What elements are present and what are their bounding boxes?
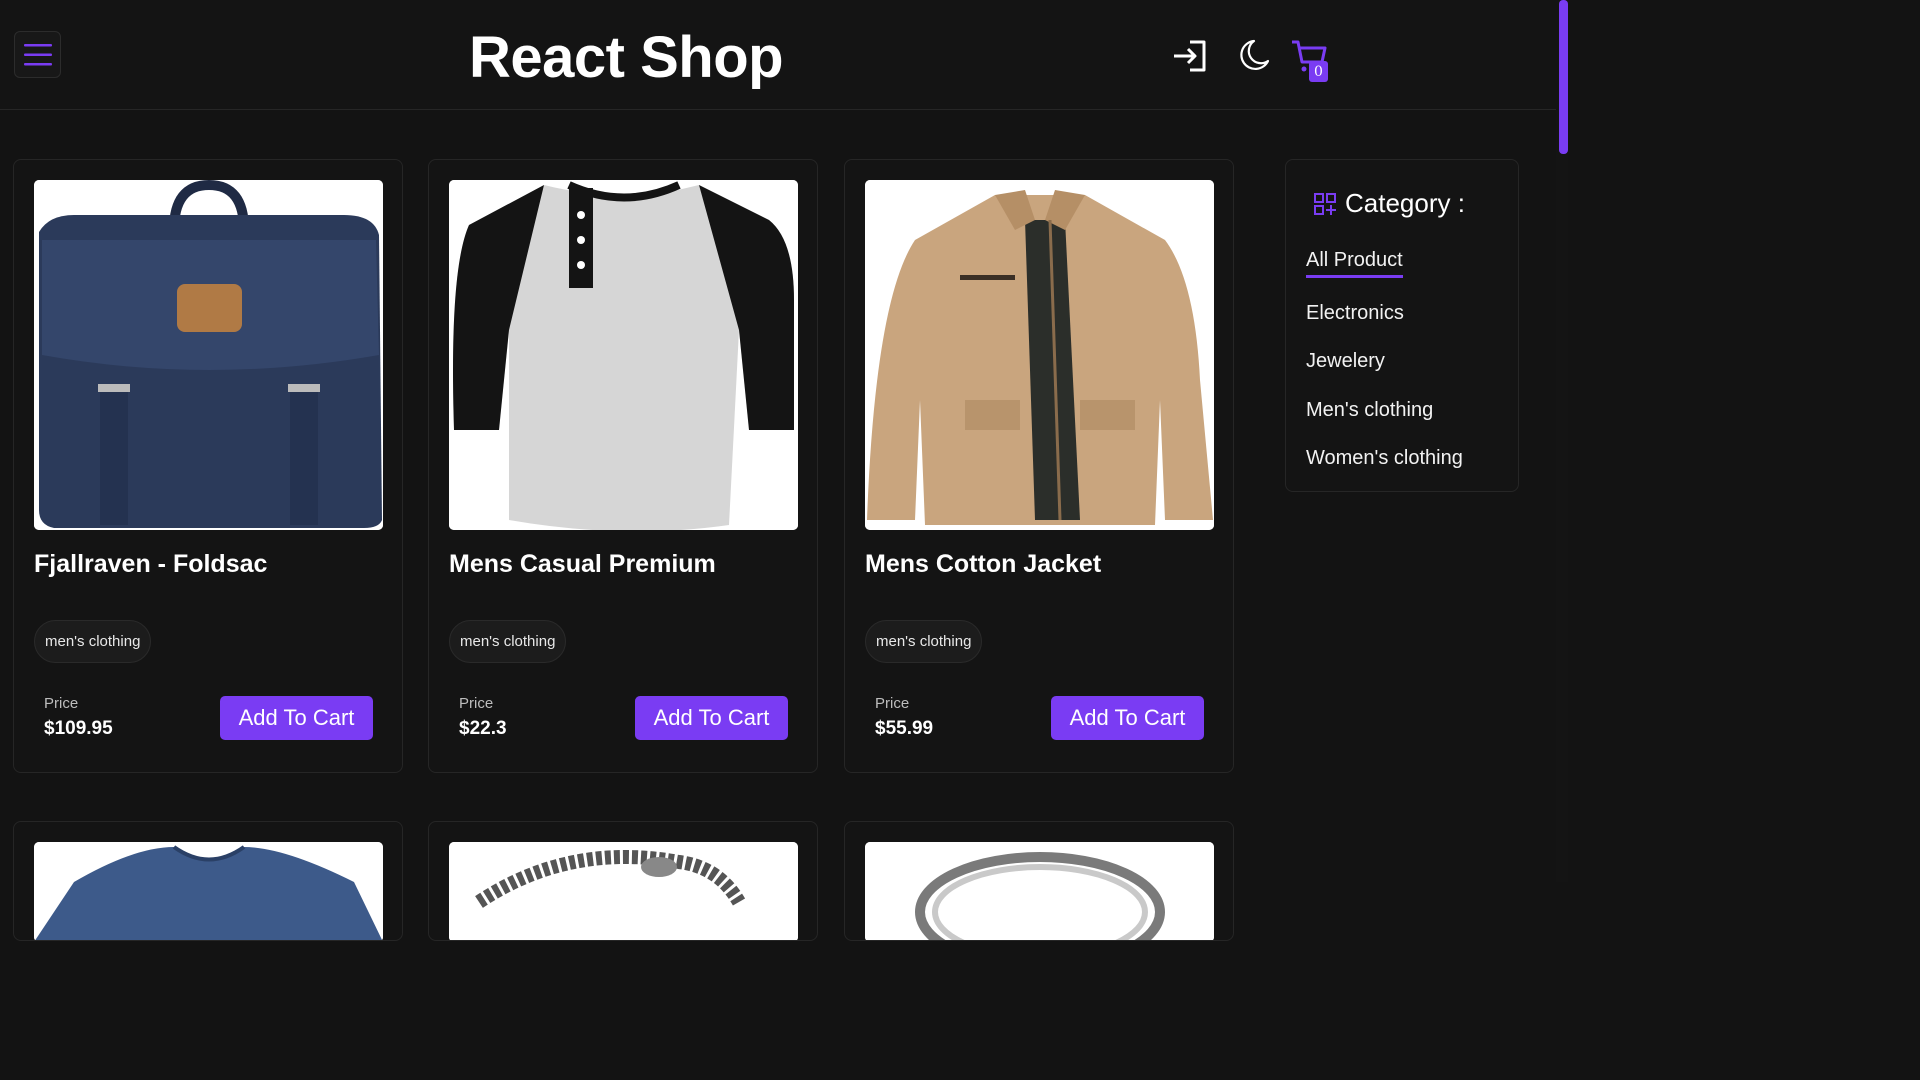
login-icon[interactable] bbox=[1170, 36, 1210, 76]
price-value: $22.3 bbox=[459, 718, 507, 739]
add-to-cart-button[interactable]: Add To Cart bbox=[635, 696, 788, 740]
category-tag: men's clothing bbox=[34, 620, 152, 663]
product-image[interactable] bbox=[34, 842, 383, 940]
product-card bbox=[428, 821, 818, 941]
grid-plus-icon bbox=[1314, 192, 1336, 215]
price-value: $55.99 bbox=[875, 718, 934, 739]
scrollbar-thumb[interactable] bbox=[1559, 0, 1568, 154]
category-sidebar: Category : All Product Electronics Jewel… bbox=[1285, 159, 1519, 492]
top-navbar: React Shop 0 bbox=[0, 0, 1556, 110]
scrollbar[interactable] bbox=[1556, 0, 1568, 882]
category-tag: men's clothing bbox=[865, 620, 983, 663]
product-image[interactable] bbox=[449, 180, 798, 530]
add-to-cart-button[interactable]: Add To Cart bbox=[220, 696, 373, 740]
price-label: Price bbox=[44, 695, 79, 712]
product-image[interactable] bbox=[865, 842, 1214, 940]
category-tag: men's clothing bbox=[449, 620, 567, 663]
price-label: Price bbox=[459, 695, 494, 712]
category-womens-clothing[interactable]: Women's clothing bbox=[1306, 447, 1463, 470]
menu-button[interactable] bbox=[14, 31, 61, 78]
product-title[interactable]: Mens Cotton Jacket bbox=[865, 550, 1101, 579]
product-card bbox=[844, 821, 1234, 941]
product-image[interactable] bbox=[865, 180, 1214, 530]
product-image[interactable] bbox=[34, 180, 383, 530]
category-title: Category : bbox=[1345, 188, 1465, 218]
category-header: Category : bbox=[1313, 188, 1465, 219]
product-title[interactable]: Fjallraven - Foldsac bbox=[34, 550, 267, 579]
page-title: React Shop bbox=[469, 25, 784, 90]
category-all-product[interactable]: All Product bbox=[1306, 249, 1403, 278]
product-title[interactable]: Mens Casual Premium bbox=[449, 550, 716, 579]
cart-count-badge: 0 bbox=[1309, 61, 1328, 82]
price-label: Price bbox=[875, 695, 910, 712]
category-electronics[interactable]: Electronics bbox=[1306, 302, 1404, 325]
product-image[interactable] bbox=[449, 842, 798, 940]
product-card bbox=[13, 821, 403, 941]
product-card: Mens Cotton Jacket men's clothing Price … bbox=[844, 159, 1234, 773]
product-card: Fjallraven - Foldsac men's clothing Pric… bbox=[13, 159, 403, 773]
price-value: $109.95 bbox=[44, 718, 113, 739]
product-card: Mens Casual Premium men's clothing Price… bbox=[428, 159, 818, 773]
hamburger-menu-icon bbox=[23, 43, 52, 65]
category-mens-clothing[interactable]: Men's clothing bbox=[1306, 399, 1433, 422]
moon-icon[interactable] bbox=[1234, 36, 1274, 76]
category-jewelery[interactable]: Jewelery bbox=[1306, 350, 1385, 373]
add-to-cart-button[interactable]: Add To Cart bbox=[1051, 696, 1204, 740]
